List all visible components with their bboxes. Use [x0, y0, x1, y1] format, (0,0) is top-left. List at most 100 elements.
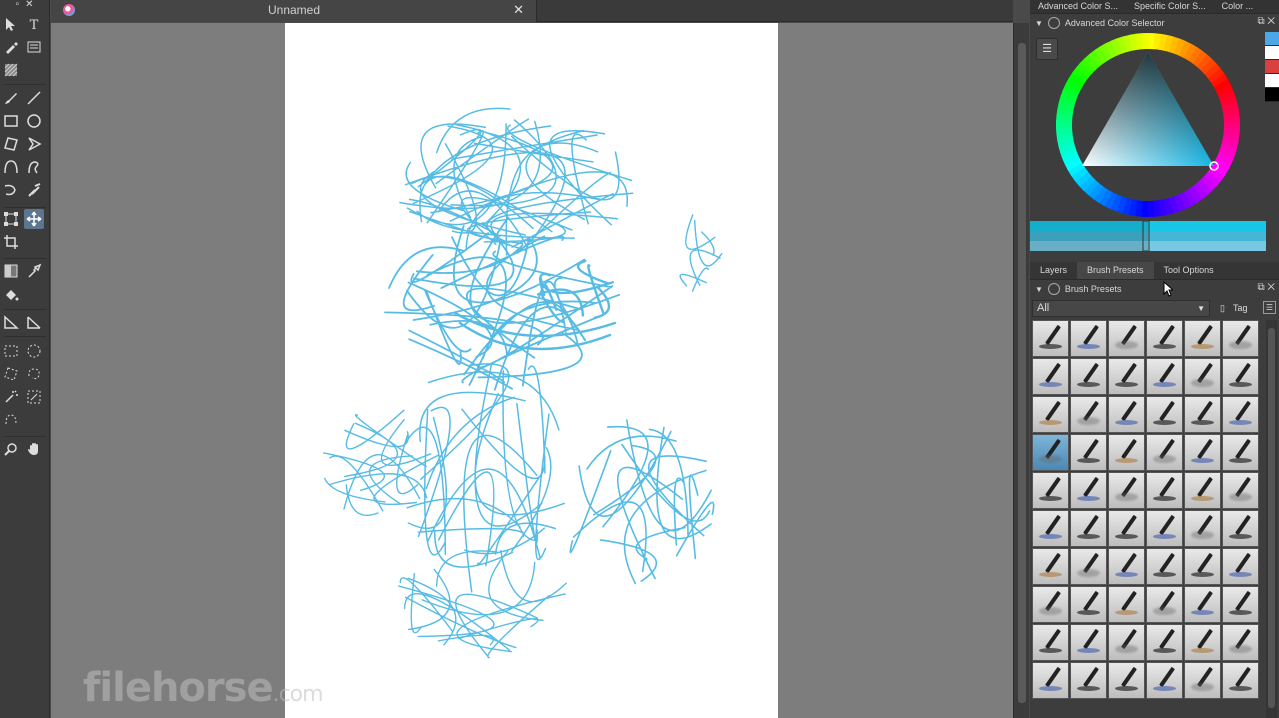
tag-filter-select[interactable]: All ▼: [1032, 300, 1210, 317]
bezier-curve-button[interactable]: [1, 157, 21, 177]
brush-preset[interactable]: [1108, 662, 1145, 699]
assistant-tool-button[interactable]: [1, 312, 21, 332]
brush-preset[interactable]: [1146, 472, 1183, 509]
crop-tool-button[interactable]: [1, 232, 21, 252]
brush-preset[interactable]: [1222, 472, 1259, 509]
brush-preset[interactable]: [1184, 510, 1221, 547]
brush-preset[interactable]: [1184, 472, 1221, 509]
close-docker-icon[interactable]: ✕: [1267, 282, 1275, 293]
brush-preset[interactable]: [1108, 320, 1145, 357]
calligraphy-button[interactable]: [24, 37, 44, 57]
brush-preset[interactable]: [1108, 548, 1145, 585]
freehand-path-button[interactable]: [24, 157, 44, 177]
brush-preset[interactable]: [1070, 662, 1107, 699]
brush-preset[interactable]: [1184, 358, 1221, 395]
color-wheel[interactable]: [1052, 32, 1252, 222]
float-icon[interactable]: ▫: [16, 0, 20, 12]
collapse-triangle-icon[interactable]: ▼: [1035, 19, 1043, 28]
brush-preset[interactable]: [1184, 396, 1221, 433]
canvas-paper[interactable]: [285, 23, 778, 718]
brush-preset[interactable]: [1032, 548, 1069, 585]
float-docker-icon[interactable]: ⧉: [1257, 282, 1264, 293]
dynamic-brush-button[interactable]: [1, 180, 21, 200]
polygon-select-button[interactable]: [1, 364, 21, 384]
transform-tool-button[interactable]: [1, 209, 21, 229]
collapse-triangle-icon[interactable]: ▼: [1035, 285, 1043, 294]
brush-preset[interactable]: [1146, 320, 1183, 357]
tab-brush-presets[interactable]: Brush Presets: [1077, 262, 1154, 279]
brush-preset[interactable]: [1070, 358, 1107, 395]
fill-tool-button[interactable]: [1, 285, 21, 305]
tab-color[interactable]: Color ...: [1214, 0, 1262, 13]
brush-preset[interactable]: [1070, 396, 1107, 433]
brush-preset[interactable]: [1184, 548, 1221, 585]
brush-preset[interactable]: [1070, 472, 1107, 509]
brush-preset[interactable]: [1184, 434, 1221, 471]
gradient-tool-button[interactable]: [1, 261, 21, 281]
brush-preset[interactable]: [1070, 510, 1107, 547]
brush-preset[interactable]: [1146, 358, 1183, 395]
tab-advanced-color-selector[interactable]: Advanced Color S...: [1030, 0, 1126, 13]
ellipse-select-button[interactable]: [24, 341, 44, 361]
shade-selector[interactable]: [1030, 221, 1266, 251]
scrollbar-thumb[interactable]: [1268, 328, 1275, 708]
brush-preset[interactable]: [1222, 396, 1259, 433]
brush-preset[interactable]: [1108, 434, 1145, 471]
brush-preset[interactable]: [1222, 320, 1259, 357]
similar-select-button[interactable]: [24, 387, 44, 407]
brush-preset[interactable]: [1108, 510, 1145, 547]
ellipse-tool-button[interactable]: [24, 111, 44, 131]
brush-preset[interactable]: [1184, 624, 1221, 661]
pan-tool-button[interactable]: [24, 439, 44, 459]
move-tool-button[interactable]: [24, 209, 44, 229]
brush-preset[interactable]: [1146, 586, 1183, 623]
brush-preset[interactable]: [1146, 662, 1183, 699]
lock-icon[interactable]: [1047, 283, 1060, 295]
text-tool-button[interactable]: T: [24, 14, 44, 34]
canvas-vertical-scrollbar[interactable]: [1013, 23, 1029, 718]
document-tab[interactable]: Unnamed ✕: [51, 0, 537, 22]
brush-preset[interactable]: [1222, 358, 1259, 395]
brush-preset[interactable]: [1146, 548, 1183, 585]
polygon-tool-button[interactable]: [1, 134, 21, 154]
swatch-1[interactable]: [1265, 46, 1279, 60]
brush-preset[interactable]: [1222, 624, 1259, 661]
brush-preset[interactable]: [1222, 434, 1259, 471]
brush-preset[interactable]: [1108, 396, 1145, 433]
pattern-button[interactable]: [1, 60, 21, 80]
presets-scrollbar[interactable]: [1266, 320, 1277, 718]
brush-preset[interactable]: [1222, 548, 1259, 585]
brush-preset[interactable]: [1070, 624, 1107, 661]
brush-preset[interactable]: [1032, 662, 1069, 699]
presets-menu-icon[interactable]: ☰: [1263, 301, 1276, 314]
polyline-tool-button[interactable]: [24, 134, 44, 154]
brush-preset[interactable]: [1146, 510, 1183, 547]
brush-preset[interactable]: [1070, 434, 1107, 471]
brush-preset[interactable]: [1032, 358, 1069, 395]
zoom-tool-button[interactable]: [1, 439, 21, 459]
brush-preset[interactable]: [1146, 396, 1183, 433]
float-docker-icon[interactable]: ⧉: [1257, 16, 1264, 27]
brush-preset[interactable]: [1108, 472, 1145, 509]
brush-preset[interactable]: [1222, 662, 1259, 699]
lock-icon[interactable]: [1047, 17, 1060, 29]
swatch-4[interactable]: [1265, 88, 1279, 102]
edit-shapes-button[interactable]: [1, 37, 21, 57]
tab-layers[interactable]: Layers: [1030, 262, 1077, 279]
tab-specific-color-selector[interactable]: Specific Color S...: [1126, 0, 1214, 13]
contiguous-select-button[interactable]: [1, 387, 21, 407]
brush-preset[interactable]: [1222, 510, 1259, 547]
rect-select-button[interactable]: [1, 341, 21, 361]
select-shapes-button[interactable]: [1, 14, 21, 34]
close-tab-icon[interactable]: ✕: [513, 2, 524, 18]
canvas-area[interactable]: filehorse.com: [51, 23, 1013, 718]
measure-tool-button[interactable]: [24, 312, 44, 332]
brush-preset[interactable]: [1184, 662, 1221, 699]
brush-preset[interactable]: [1032, 510, 1069, 547]
brush-preset[interactable]: [1032, 396, 1069, 433]
brush-preset[interactable]: [1146, 434, 1183, 471]
brush-preset[interactable]: [1070, 320, 1107, 357]
bezier-select-button[interactable]: [1, 410, 21, 430]
brush-preset[interactable]: [1108, 586, 1145, 623]
close-docker-icon[interactable]: ✕: [1267, 16, 1275, 27]
